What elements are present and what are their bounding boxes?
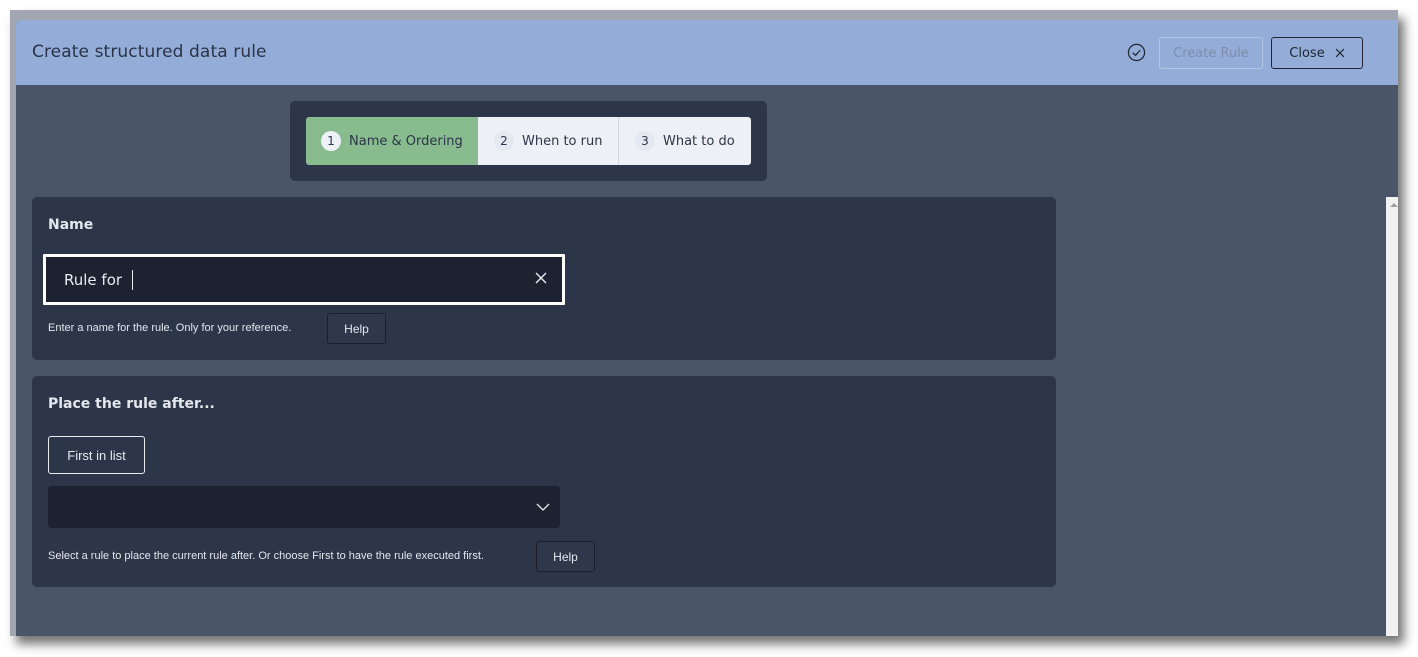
close-label: Close [1289, 45, 1325, 61]
dialog-header: Create structured data rule Create Rule … [16, 20, 1398, 85]
name-help-button[interactable]: Help [327, 313, 386, 344]
step-number: 2 [494, 131, 514, 151]
check-circle-icon [1127, 43, 1146, 62]
vertical-scrollbar[interactable] [1386, 197, 1398, 636]
rule-name-text: Rule for [64, 271, 127, 289]
step-number: 3 [635, 131, 655, 151]
rule-name-value: Rule for [64, 270, 133, 290]
step-label: Name & Ordering [349, 133, 463, 149]
close-icon [1335, 48, 1345, 58]
name-section-title: Name [48, 217, 94, 233]
rule-order-select[interactable] [48, 486, 560, 528]
create-rule-label: Create Rule [1173, 45, 1249, 61]
order-section-title: Place the rule after... [48, 396, 215, 412]
chevron-down-icon [536, 503, 550, 511]
help-label: Help [344, 321, 369, 336]
order-help-button[interactable]: Help [536, 541, 595, 572]
step-label: What to do [663, 133, 735, 149]
wizard-stepper: 1 Name & Ordering 2 When to run 3 What t… [306, 117, 751, 165]
step-label: When to run [522, 133, 603, 149]
close-icon[interactable] [534, 271, 548, 285]
create-rule-button[interactable]: Create Rule [1159, 37, 1263, 69]
order-hint: Select a rule to place the current rule … [48, 550, 484, 562]
step-when-to-run[interactable]: 2 When to run [478, 117, 619, 165]
help-label: Help [553, 549, 578, 564]
step-what-to-do[interactable]: 3 What to do [619, 117, 751, 165]
create-rule-dialog: Create structured data rule Create Rule … [16, 20, 1398, 636]
name-hint: Enter a name for the rule. Only for your… [48, 322, 292, 334]
first-in-list-button[interactable]: First in list [48, 436, 145, 474]
order-card: Place the rule after... First in list Se… [32, 376, 1056, 587]
stepper-container: 1 Name & Ordering 2 When to run 3 What t… [290, 101, 767, 181]
text-caret [131, 270, 133, 290]
rule-name-input[interactable]: Rule for [43, 254, 565, 305]
name-card: Name Rule for Enter a name for the rule.… [32, 197, 1056, 360]
scroll-up-arrow-icon[interactable] [1390, 203, 1398, 207]
close-button[interactable]: Close [1271, 37, 1363, 69]
step-number: 1 [321, 131, 341, 151]
step-name-ordering[interactable]: 1 Name & Ordering [306, 117, 478, 165]
dialog-title: Create structured data rule [32, 42, 267, 62]
first-in-list-label: First in list [67, 447, 126, 463]
